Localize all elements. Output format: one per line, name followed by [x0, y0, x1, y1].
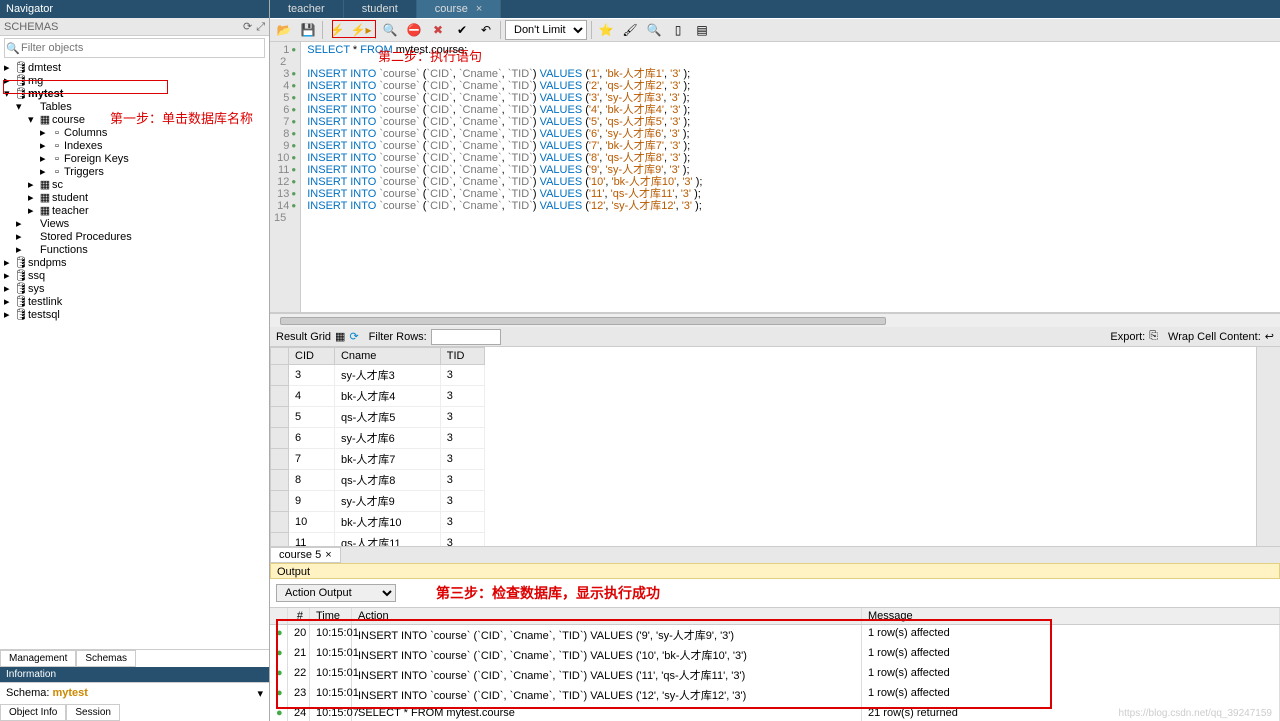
tab-student[interactable]: student	[344, 0, 417, 18]
wrap-icon[interactable]: ↩	[1265, 330, 1274, 343]
refresh-icon[interactable]: ⟳	[243, 21, 252, 33]
filter-row: 🔍	[4, 38, 265, 58]
output-header: #TimeActionMessage	[270, 607, 1280, 625]
wrap-label: Wrap Cell Content:	[1168, 331, 1261, 343]
output-row[interactable]: ●2310:15:01INSERT INTO `course` (`CID`, …	[270, 685, 1280, 705]
panel-icon[interactable]: ▯	[668, 20, 688, 40]
schemas-label: SCHEMAS	[4, 21, 58, 33]
editor-tabs: teacherstudentcourse×	[270, 0, 1280, 18]
rollback-icon[interactable]: ↶	[476, 20, 496, 40]
h-scrollbar[interactable]	[270, 313, 1280, 327]
tab-course[interactable]: course×	[417, 0, 501, 18]
tab-management[interactable]: Management	[0, 650, 76, 667]
explain-icon[interactable]: 🔍	[380, 20, 400, 40]
execute-cursor-icon[interactable]: ⚡▸	[351, 20, 371, 40]
beautify-icon[interactable]: 🖌	[620, 20, 640, 40]
tab-session[interactable]: Session	[66, 704, 120, 721]
editor-panel: teacherstudentcourse× 📂 💾 ⚡ ⚡▸ 🔍 ⛔ ✖ ✔ ↶…	[270, 0, 1280, 721]
tab-teacher[interactable]: teacher	[270, 0, 344, 18]
close-icon[interactable]: ×	[325, 549, 331, 561]
expand-icon[interactable]: ⤢	[256, 21, 265, 33]
output-row[interactable]: ●2210:15:01INSERT INTO `course` (`CID`, …	[270, 665, 1280, 685]
result-grid[interactable]: CIDCnameTID3sy-人才库334bk-人才库435qs-人才库536s…	[270, 347, 1280, 547]
tab-schemas[interactable]: Schemas	[76, 650, 136, 667]
limit-select[interactable]: Don't Limit	[505, 20, 587, 40]
close-icon[interactable]: ×	[476, 3, 482, 15]
annotation-step3: 第三步：检查数据库，显示执行成功	[436, 583, 660, 603]
grid-icon[interactable]: ▦	[335, 330, 345, 343]
find-icon[interactable]: 🔍	[644, 20, 664, 40]
filter-rows-input[interactable]	[431, 329, 501, 345]
navigator-title: Navigator	[0, 0, 269, 18]
result-grid-label: Result Grid	[276, 331, 331, 343]
output-selector[interactable]: Action Output	[276, 584, 396, 602]
commit-icon[interactable]: ✔	[452, 20, 472, 40]
refresh-icon[interactable]: ⟳	[349, 330, 358, 343]
snippet-icon[interactable]: ▤	[692, 20, 712, 40]
schemas-bar: SCHEMAS ⟳ ⤢	[0, 18, 269, 36]
result-toolbar: Result Grid ▦ ⟳ Filter Rows: Export: ⎘ W…	[270, 327, 1280, 347]
annotation-step2: 第二步：执行语句	[378, 46, 482, 65]
schema-tree[interactable]: ▸🛢dmtest▸🛢mg▾🛢mytest▾Tables▾▦course▸▫Col…	[0, 60, 269, 324]
filter-rows-label: Filter Rows:	[369, 331, 427, 343]
stop-icon[interactable]: ⛔	[404, 20, 424, 40]
tab-object-info[interactable]: Object Info	[0, 704, 66, 721]
sql-editor[interactable]: 1●23●4●5●6●7●8●9●10●11●12●13●14●15 SELEC…	[270, 42, 1280, 313]
output-row[interactable]: ●2110:15:01INSERT INTO `course` (`CID`, …	[270, 645, 1280, 665]
side-rail[interactable]	[1256, 347, 1280, 546]
information-bar: Information	[0, 667, 269, 682]
export-label: Export:	[1110, 331, 1145, 343]
filter-input[interactable]	[21, 42, 264, 54]
favorite-icon[interactable]: ⭐	[596, 20, 616, 40]
chevron-icon[interactable]: ▾	[257, 687, 263, 700]
save-icon[interactable]: 💾	[298, 20, 318, 40]
execute-icon[interactable]: ⚡	[327, 20, 347, 40]
cancel-icon[interactable]: ✖	[428, 20, 448, 40]
open-icon[interactable]: 📂	[274, 20, 294, 40]
result-tab[interactable]: course 5×	[270, 547, 341, 563]
search-icon: 🔍	[5, 42, 21, 55]
annotation-step1: 第一步：单击数据库名称	[110, 108, 253, 127]
output-title: Output	[270, 563, 1280, 579]
export-icon[interactable]: ⎘	[1149, 330, 1158, 343]
watermark: https://blog.csdn.net/qq_39247159	[1119, 708, 1272, 719]
schema-label: Schema: mytest	[6, 687, 88, 700]
sql-toolbar: 📂 💾 ⚡ ⚡▸ 🔍 ⛔ ✖ ✔ ↶ Don't Limit ⭐ 🖌 🔍 ▯ ▤	[270, 18, 1280, 42]
output-row[interactable]: ●2010:15:01INSERT INTO `course` (`CID`, …	[270, 625, 1280, 645]
